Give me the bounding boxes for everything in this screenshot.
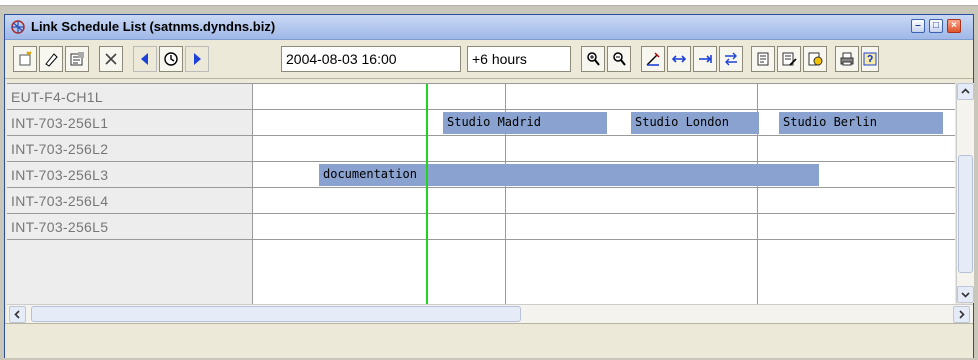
chevron-up-icon bbox=[961, 88, 970, 94]
back-icon bbox=[141, 53, 148, 65]
booking-bar[interactable]: Studio Berlin bbox=[779, 112, 943, 134]
row-label: INT-703-256L1 bbox=[7, 110, 253, 135]
minimize-button[interactable]: – bbox=[911, 19, 925, 33]
row-label: INT-703-256L5 bbox=[7, 214, 253, 239]
report-edit-button[interactable] bbox=[777, 46, 801, 72]
booking-bar[interactable]: Studio Madrid bbox=[443, 112, 607, 134]
delete-icon bbox=[105, 53, 117, 65]
top-clipped-strip bbox=[0, 0, 978, 6]
new-entry-icon bbox=[19, 51, 32, 66]
back-button[interactable] bbox=[133, 46, 157, 72]
toolbar: 2004-08-03 16:00 +6 hours bbox=[5, 40, 973, 79]
booking-bar[interactable]: documentation bbox=[319, 164, 819, 186]
pen-button[interactable] bbox=[641, 46, 665, 72]
app-icon bbox=[11, 20, 25, 34]
zoom-in-button[interactable] bbox=[581, 46, 605, 72]
row-label: INT-703-256L2 bbox=[7, 136, 253, 161]
chevron-right-icon bbox=[959, 310, 965, 319]
schedule-row[interactable]: INT-703-256L4 bbox=[7, 188, 955, 214]
horizontal-scroll-thumb[interactable] bbox=[31, 306, 521, 322]
schedule-grid: EUT-F4-CH1L INT-703-256L1 INT-703-256L2 … bbox=[7, 83, 955, 304]
booking-bar[interactable]: Studio London bbox=[631, 112, 759, 134]
help-button[interactable] bbox=[861, 46, 879, 72]
zoom-out-icon bbox=[613, 52, 626, 66]
start-date-input[interactable]: 2004-08-03 16:00 bbox=[281, 46, 461, 72]
properties-button[interactable] bbox=[65, 46, 89, 72]
close-button[interactable]: × bbox=[947, 19, 961, 33]
properties-icon bbox=[70, 52, 84, 66]
report-button[interactable] bbox=[751, 46, 775, 72]
now-button[interactable] bbox=[159, 46, 183, 72]
row-label: EUT-F4-CH1L bbox=[7, 84, 253, 109]
zoom-out-button[interactable] bbox=[607, 46, 631, 72]
row-label: INT-703-256L4 bbox=[7, 188, 253, 213]
pen-icon bbox=[646, 52, 660, 66]
report-edit-icon bbox=[782, 52, 797, 66]
maximize-button[interactable]: □ bbox=[929, 19, 943, 33]
link-schedule-window: Link Schedule List (satnms.dyndns.biz) –… bbox=[4, 14, 974, 358]
expand-icon bbox=[671, 55, 687, 63]
row-label-empty bbox=[7, 240, 253, 304]
vertical-scroll-thumb[interactable] bbox=[958, 155, 973, 273]
report-icon bbox=[757, 52, 769, 66]
scroll-down-button[interactable] bbox=[957, 286, 974, 303]
duration-input[interactable]: +6 hours bbox=[467, 46, 571, 72]
help-icon bbox=[863, 52, 877, 66]
row-label: INT-703-256L3 bbox=[7, 162, 253, 187]
schedule-row-empty bbox=[7, 240, 955, 304]
expand-button[interactable] bbox=[667, 46, 691, 72]
schedule-row[interactable]: INT-703-256L2 bbox=[7, 136, 955, 162]
horizontal-scrollbar[interactable] bbox=[7, 304, 973, 323]
current-time-line bbox=[426, 84, 428, 304]
print-button[interactable] bbox=[835, 46, 859, 72]
shift-right-button[interactable] bbox=[693, 46, 717, 72]
scroll-up-button[interactable] bbox=[957, 83, 974, 100]
swap-button[interactable] bbox=[719, 46, 743, 72]
chevron-left-icon bbox=[14, 310, 20, 319]
now-clock-icon bbox=[164, 52, 178, 66]
refresh-icon bbox=[808, 52, 823, 66]
scroll-right-button[interactable] bbox=[953, 306, 970, 323]
status-bar bbox=[5, 323, 973, 358]
forward-button[interactable] bbox=[185, 46, 209, 72]
zoom-in-icon bbox=[587, 52, 600, 66]
delete-button[interactable] bbox=[99, 46, 123, 72]
refresh-button[interactable] bbox=[803, 46, 827, 72]
forward-icon bbox=[194, 53, 201, 65]
vertical-scrollbar[interactable] bbox=[956, 83, 974, 303]
schedule-row[interactable]: INT-703-256L5 bbox=[7, 214, 955, 240]
edit-button[interactable] bbox=[39, 46, 63, 72]
title-bar[interactable]: Link Schedule List (satnms.dyndns.biz) –… bbox=[5, 15, 973, 40]
new-entry-button[interactable] bbox=[13, 46, 37, 72]
shift-right-icon bbox=[699, 55, 712, 63]
edit-icon bbox=[45, 53, 58, 67]
swap-icon bbox=[725, 52, 737, 66]
print-icon bbox=[840, 52, 854, 66]
chevron-down-icon bbox=[961, 292, 970, 298]
scroll-left-button[interactable] bbox=[9, 306, 26, 323]
window-title: Link Schedule List (satnms.dyndns.biz) bbox=[31, 19, 276, 34]
schedule-row[interactable]: EUT-F4-CH1L bbox=[7, 84, 955, 110]
